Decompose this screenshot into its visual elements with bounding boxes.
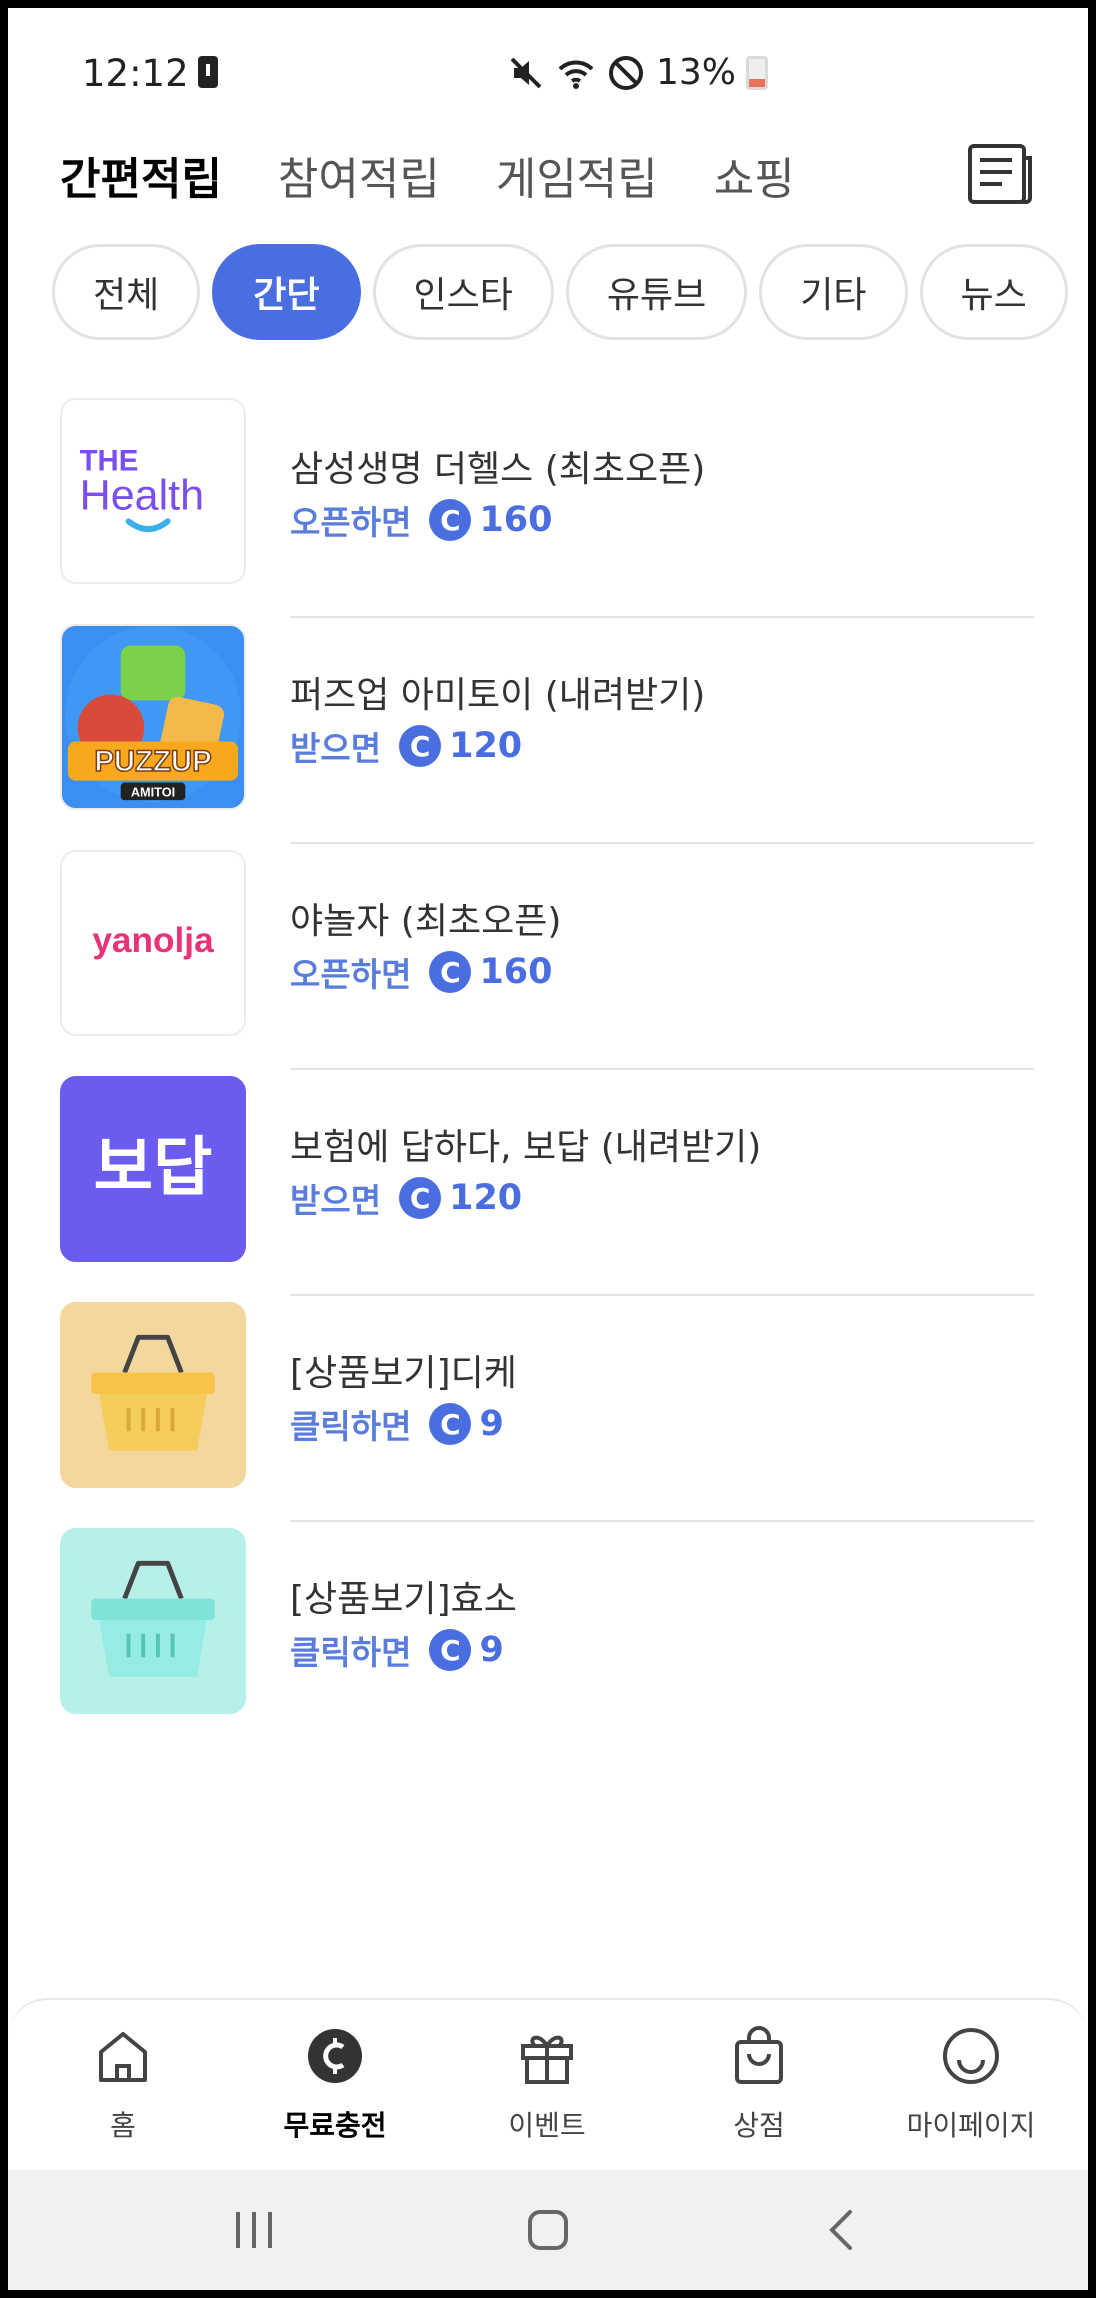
status-icons: 13% xyxy=(506,52,769,93)
item-reward: 받으면 C 120 xyxy=(290,1174,522,1222)
bodap-logo: 보답 xyxy=(60,1076,246,1262)
back-icon[interactable] xyxy=(810,2198,874,2262)
tab-game-earn[interactable]: 게임적립 xyxy=(496,143,658,207)
nav-label: 마이페이지 xyxy=(906,2109,1036,2142)
item-reward: 클릭하면 C 9 xyxy=(290,1400,504,1448)
nav-home[interactable]: 홈 xyxy=(48,2026,198,2144)
tab-participate-earn[interactable]: 참여적립 xyxy=(278,143,440,207)
coin-icon: C xyxy=(399,1177,442,1219)
reward-label: 오픈하면 xyxy=(290,955,412,994)
nav-label: 이벤트 xyxy=(508,2109,586,2142)
nav-free-charge[interactable]: 무료충전 xyxy=(260,2026,410,2144)
svg-text:보답: 보답 xyxy=(94,1131,213,1206)
item-reward: 오픈하면 C 160 xyxy=(290,948,553,996)
coin-icon: C xyxy=(399,725,442,767)
list-item[interactable]: yanolja 야놀자 (최초오픈) 오픈하면 C 160 xyxy=(60,844,1034,1070)
list-item[interactable]: 보답 보험에 답하다, 보답 (내려받기) 받으면 C 120 xyxy=(60,1070,1034,1296)
nav-store[interactable]: 상점 xyxy=(684,2026,834,2144)
chip-youtube[interactable]: 유튜브 xyxy=(565,244,748,340)
nav-label: 홈 xyxy=(110,2109,136,2142)
reward-value: 120 xyxy=(449,726,523,766)
item-title: [상품보기]효소 xyxy=(290,1579,517,1620)
bottom-nav: 홈 무료충전 이벤트 상점 마이페이지 xyxy=(8,1998,1088,2168)
app-screen: 12:12 13% 간편적립 참여적립 게임적립 쇼핑 전체 간단 인스타 유튜… xyxy=(8,8,1088,2290)
basket-icon xyxy=(60,1302,246,1488)
category-chips: 전체 간단 인스타 유튜브 기타 뉴스 xyxy=(52,244,1068,340)
item-title: 야놀자 (최초오픈) xyxy=(290,901,562,942)
nav-mypage[interactable]: 마이페이지 xyxy=(896,2026,1046,2144)
gift-icon xyxy=(521,2035,573,2084)
mute-icon xyxy=(510,57,542,88)
list-item[interactable]: PUZZUP AMITOI 퍼즈업 아미토이 (내려받기) 받으면 C 120 xyxy=(60,618,1034,844)
chip-news[interactable]: 뉴스 xyxy=(919,244,1068,340)
reward-value: 9 xyxy=(479,1404,504,1444)
item-reward: 클릭하면 C 9 xyxy=(290,1626,504,1674)
top-tabs: 간편적립 참여적립 게임적립 쇼핑 xyxy=(60,140,795,210)
svg-text:AMITOI: AMITOI xyxy=(131,784,175,799)
coin-icon: C xyxy=(429,1403,472,1445)
reward-label: 클릭하면 xyxy=(290,1633,412,1672)
list-item[interactable]: [상품보기]디케 클릭하면 C 9 xyxy=(60,1296,1034,1522)
item-reward: 오픈하면 C 160 xyxy=(290,496,553,544)
reward-value: 120 xyxy=(449,1178,523,1218)
svg-text:PUZZUP: PUZZUP xyxy=(94,745,211,778)
svg-text:Health: Health xyxy=(80,472,204,520)
chip-etc[interactable]: 기타 xyxy=(759,244,908,340)
reward-value: 160 xyxy=(479,952,553,992)
item-title: 퍼즈업 아미토이 (내려받기) xyxy=(290,675,706,716)
item-title: 보험에 답하다, 보답 (내려받기) xyxy=(290,1127,762,1168)
nav-label: 무료충전 xyxy=(283,2109,387,2142)
nav-event[interactable]: 이벤트 xyxy=(472,2026,622,2144)
status-bar: 12:12 13% xyxy=(8,8,1088,134)
status-time: 12:12 xyxy=(82,52,189,95)
battery-icon xyxy=(746,55,769,90)
chip-insta[interactable]: 인스타 xyxy=(372,244,554,340)
nav-label: 상점 xyxy=(733,2109,785,2142)
smiley-icon xyxy=(943,2028,999,2084)
coin-icon: C xyxy=(429,951,472,993)
reward-value: 160 xyxy=(479,500,553,540)
item-title: 삼성생명 더헬스 (최초오픈) xyxy=(290,449,706,490)
home-button-icon[interactable] xyxy=(516,2198,580,2262)
coin-icon xyxy=(308,2029,362,2083)
news-icon[interactable] xyxy=(966,142,1036,206)
coin-icon: C xyxy=(429,1629,472,1671)
basket-icon xyxy=(60,1528,246,1714)
wifi-icon xyxy=(558,60,594,89)
battery-percent: 13% xyxy=(656,52,737,93)
chip-simple[interactable]: 간단 xyxy=(212,244,361,340)
reward-value: 9 xyxy=(479,1630,504,1670)
puzzup-logo: PUZZUP AMITOI xyxy=(60,624,246,810)
reward-label: 받으면 xyxy=(290,1181,382,1220)
reward-label: 클릭하면 xyxy=(290,1407,412,1446)
the-health-logo: THE Health xyxy=(60,398,246,584)
coin-icon: C xyxy=(429,499,472,541)
svg-text:yanolja: yanolja xyxy=(92,921,214,960)
recent-apps-icon[interactable] xyxy=(222,2198,286,2262)
home-icon xyxy=(99,2032,147,2082)
tab-shopping[interactable]: 쇼핑 xyxy=(714,143,795,207)
reward-label: 받으면 xyxy=(290,729,382,768)
do-not-disturb-icon xyxy=(609,55,643,90)
list-item[interactable]: [상품보기]효소 클릭하면 C 9 xyxy=(60,1522,1034,1748)
offer-list: THE Health 삼성생명 더헬스 (최초오픈) 오픈하면 C 160 PU… xyxy=(60,392,1034,1748)
item-reward: 받으면 C 120 xyxy=(290,722,522,770)
item-title: [상품보기]디케 xyxy=(290,1353,517,1394)
list-item[interactable]: THE Health 삼성생명 더헬스 (최초오픈) 오픈하면 C 160 xyxy=(60,392,1034,618)
system-nav-bar xyxy=(8,2170,1088,2290)
battery-alert-icon xyxy=(198,56,218,88)
chip-all[interactable]: 전체 xyxy=(52,244,201,340)
yanolja-logo: yanolja xyxy=(60,850,246,1036)
shopping-bag-icon xyxy=(735,2026,783,2084)
tab-simple-earn[interactable]: 간편적립 xyxy=(60,143,222,207)
reward-label: 오픈하면 xyxy=(290,503,412,542)
